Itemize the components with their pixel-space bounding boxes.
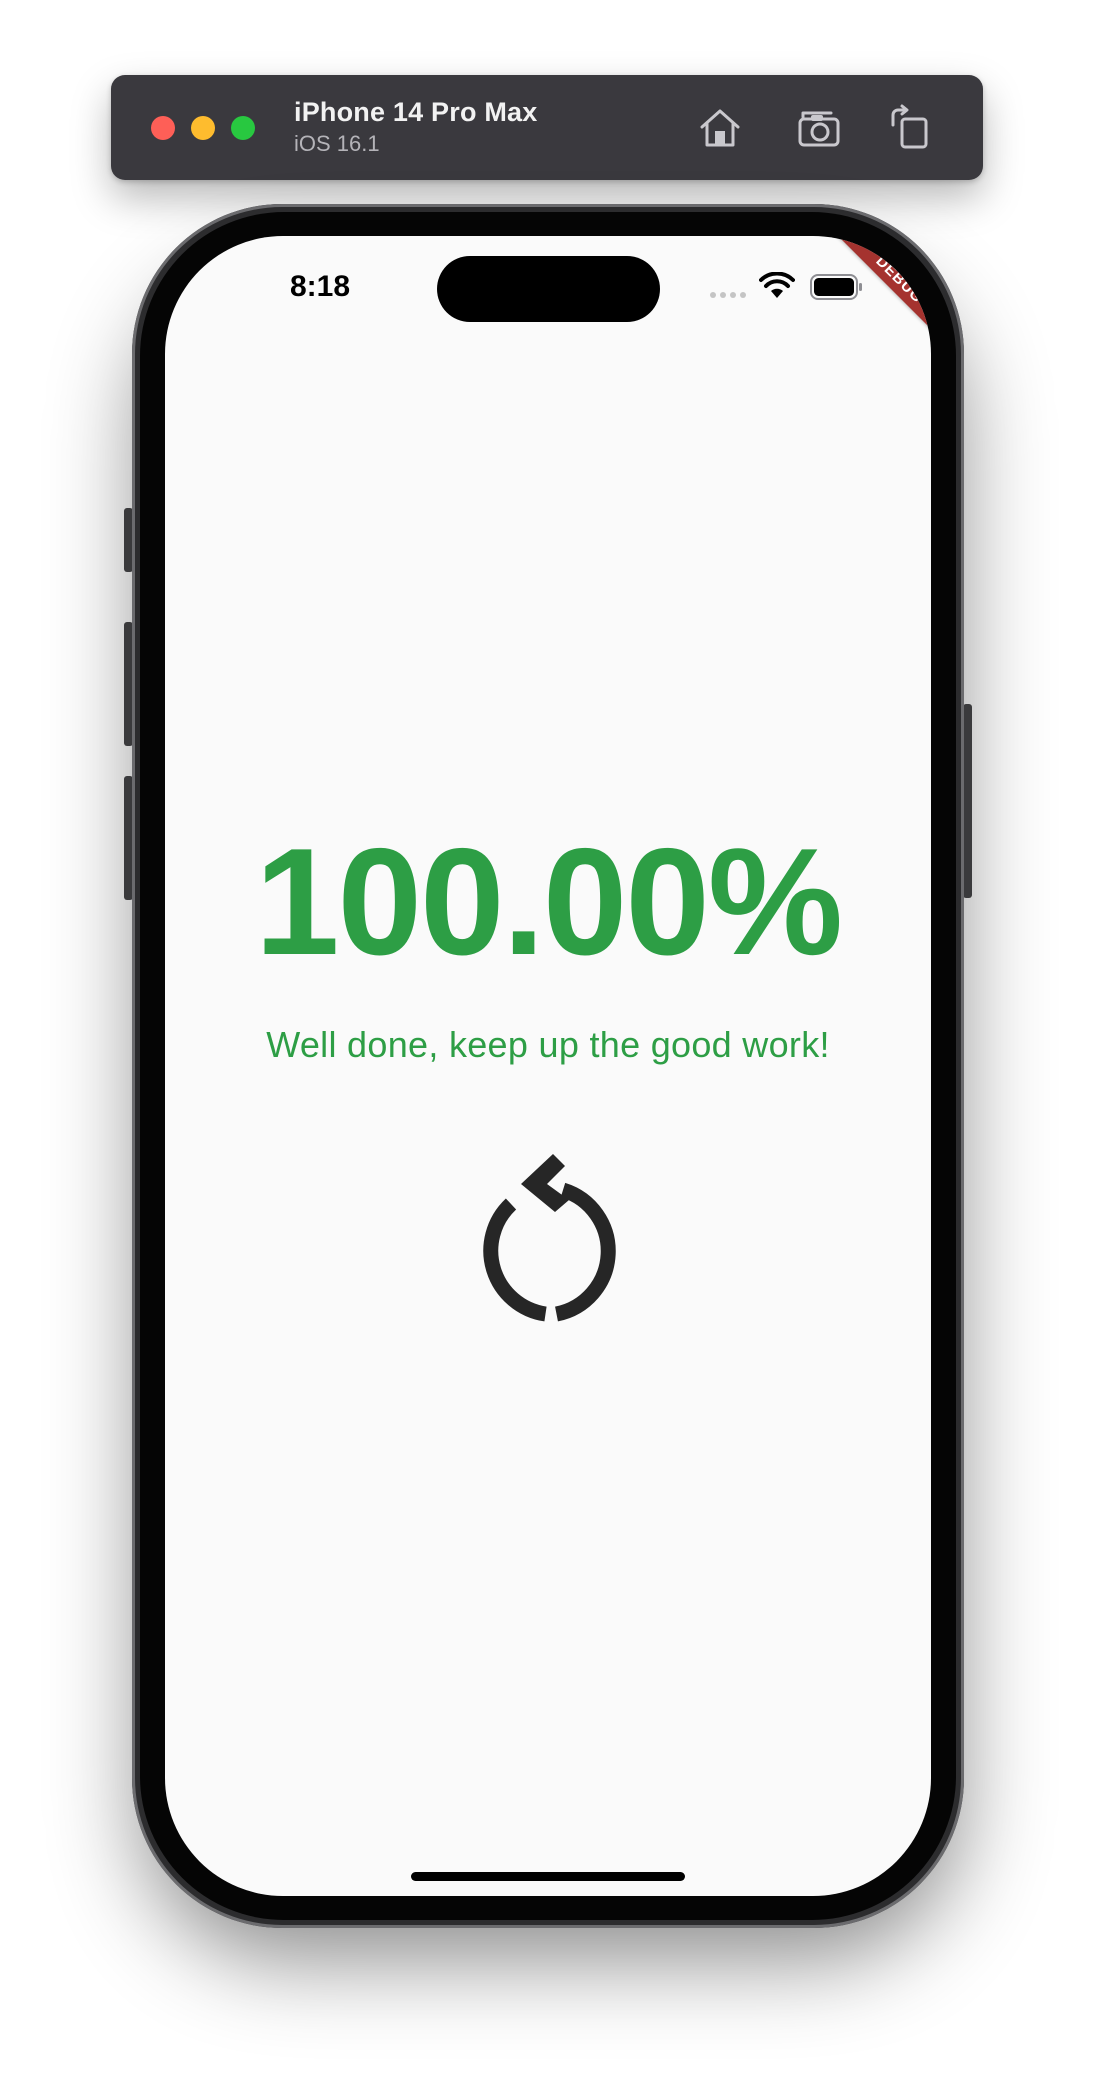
phone-screen: 8:18 DEBUG 100.00% Well done, keep up th… [165,236,931,1896]
screenshot-icon[interactable] [794,103,844,153]
home-indicator[interactable] [411,1872,685,1881]
simulator-window: iPhone 14 Pro Max iOS 16.1 8:18 DEBUG 10… [0,0,1094,2080]
wifi-icon [759,271,795,300]
restart-button[interactable] [471,1150,631,1324]
battery-icon [810,274,864,300]
close-window-button[interactable] [151,116,175,140]
cellular-signal-icon [710,292,750,298]
simulator-toolbar: iPhone 14 Pro Max iOS 16.1 [111,75,983,180]
device-name: iPhone 14 Pro Max [294,97,538,127]
device-os-version: iOS 16.1 [294,131,380,156]
status-time: 8:18 [289,270,351,303]
home-icon[interactable] [695,103,745,153]
dynamic-island [437,256,660,322]
zoom-window-button[interactable] [231,116,255,140]
power-button [963,704,972,898]
restart-icon [483,1154,616,1322]
rotate-icon[interactable] [885,103,935,153]
score-percentage: 100.00% [254,817,843,987]
encouragement-message: Well done, keep up the good work! [266,1024,830,1065]
minimize-window-button[interactable] [191,116,215,140]
